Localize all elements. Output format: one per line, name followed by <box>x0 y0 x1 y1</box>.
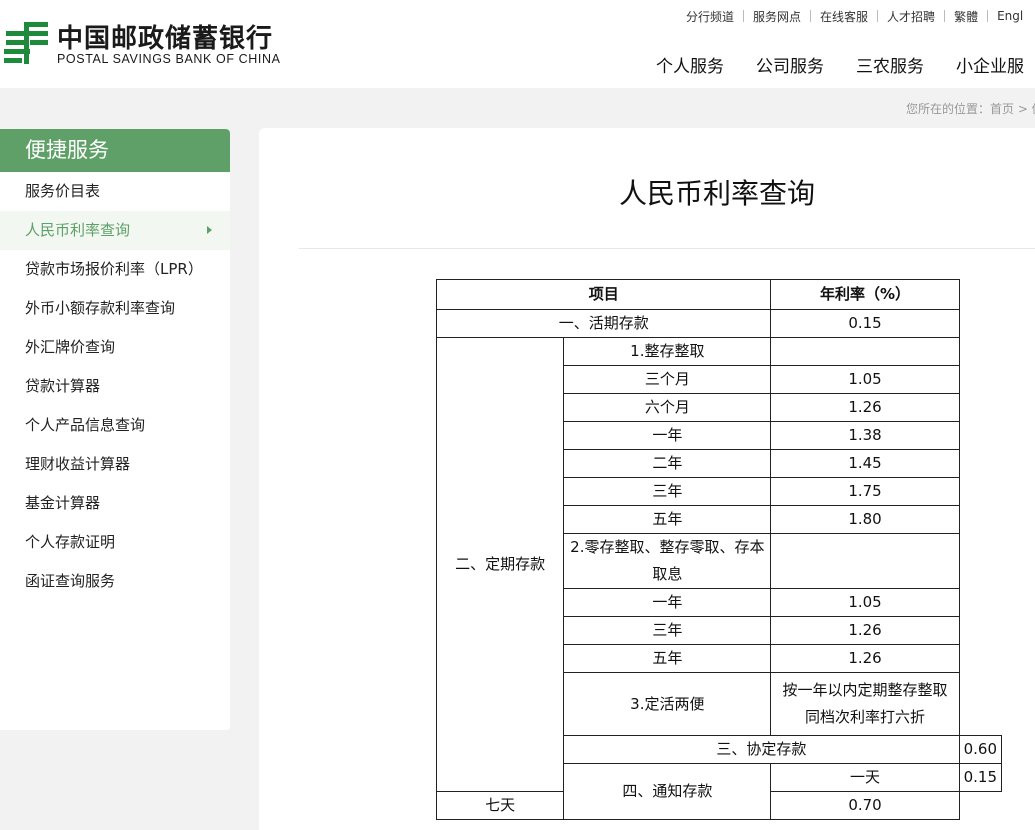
title-divider <box>299 248 1035 249</box>
logo-chinese-name: 中国邮政储蓄银行 <box>57 24 274 54</box>
term-cell: 二年 <box>563 449 772 478</box>
rate-cell: 1.26 <box>770 644 960 673</box>
rate-cell: 1.26 <box>770 393 960 422</box>
label-line: 2.零存整取、整存零取、存本 <box>570 538 765 556</box>
term-cell: 七天 <box>435 791 565 820</box>
bank-logo[interactable]: 中国邮政储蓄银行 POSTAL SAVINGS BANK OF CHINA <box>0 18 300 70</box>
row-label-notice-deposit: 四、通知存款 <box>563 763 772 820</box>
term-cell: 三年 <box>563 616 772 645</box>
sidebar-item-exchange-rates[interactable]: 外汇牌价查询 <box>0 328 230 367</box>
rate-cell: 1.75 <box>770 477 960 506</box>
row-label-fixed-deposit: 二、定期存款 <box>435 337 565 792</box>
divider <box>743 10 745 22</box>
sidebar-item-label: 基金计算器 <box>25 494 101 512</box>
row-label-demand-deposit: 一、活期存款 <box>435 309 772 338</box>
caret-right-icon <box>207 226 212 234</box>
top-link-careers[interactable]: 人才招聘 <box>887 8 935 25</box>
main-content: 人民币利率查询 项目 年利率（%） 一、活期存款 0.15 二、定期存款 1.整… <box>259 128 1035 830</box>
sidebar-item-label: 外汇牌价查询 <box>25 338 116 356</box>
top-link-branch-channel[interactable]: 分行频道 <box>686 8 734 25</box>
main-navigation: 个人服务 公司服务 三农服务 小企业服 <box>656 52 1035 77</box>
subsection-label-lump-sum: 1.整存整取 <box>563 337 772 366</box>
term-cell: 五年 <box>563 505 772 534</box>
sidebar-item-label: 个人产品信息查询 <box>25 416 146 434</box>
top-link-english[interactable]: Engl <box>997 9 1023 23</box>
rate-cell: 1.45 <box>770 449 960 478</box>
sidebar-item-fund-calculator[interactable]: 基金计算器 <box>0 484 230 523</box>
row-label-agreement-deposit: 三、协定存款 <box>563 735 960 764</box>
sidebar-item-label: 理财收益计算器 <box>25 455 131 473</box>
logo-english-name: POSTAL SAVINGS BANK OF CHINA <box>57 52 281 66</box>
top-link-service-outlets[interactable]: 服务网点 <box>753 8 801 25</box>
breadcrumb[interactable]: 您所在的位置：首页 > 便 <box>906 100 1035 117</box>
term-cell: 三个月 <box>563 365 772 394</box>
rate-cell: 0.15 <box>770 309 960 338</box>
table-row: 一、活期存款 0.15 <box>435 309 1002 338</box>
term-cell: 三年 <box>563 477 772 506</box>
sidebar-item-lpr[interactable]: 贷款市场报价利率（LPR） <box>0 250 230 289</box>
divider <box>987 10 989 22</box>
column-header-item: 项目 <box>435 279 772 310</box>
sidebar-item-label: 服务价目表 <box>25 182 101 200</box>
rate-cell: 0.15 <box>958 763 1003 792</box>
subsection-label-flexible: 3.定活两便 <box>563 672 772 736</box>
divider <box>944 10 946 22</box>
psbc-logo-icon <box>4 22 48 64</box>
rate-cell: 0.60 <box>958 735 1003 764</box>
term-cell: 五年 <box>563 644 772 673</box>
sidebar-item-deposit-certificate[interactable]: 个人存款证明 <box>0 523 230 562</box>
nav-small-business-services[interactable]: 小企业服 <box>956 52 1024 77</box>
sidebar-item-wealth-calculator[interactable]: 理财收益计算器 <box>0 445 230 484</box>
rate-cell: 1.80 <box>770 505 960 534</box>
page-title: 人民币利率查询 <box>618 177 815 210</box>
sidebar-title: 便捷服务 <box>0 129 230 172</box>
term-cell: 一年 <box>563 421 772 450</box>
term-cell: 一天 <box>770 763 960 792</box>
sidebar-item-rmb-interest-rates[interactable]: 人民币利率查询 <box>0 211 230 250</box>
sidebar-item-label: 函证查询服务 <box>25 572 116 590</box>
sidebar-item-confirmation-inquiry[interactable]: 函证查询服务 <box>0 562 230 601</box>
rate-cell-empty <box>770 533 960 589</box>
sidebar-item-label: 外币小额存款利率查询 <box>25 299 176 317</box>
sidebar-item-foreign-currency-deposit-rates[interactable]: 外币小额存款利率查询 <box>0 289 230 328</box>
rate-cell: 0.70 <box>770 791 960 820</box>
rate-cell: 1.05 <box>770 588 960 617</box>
label-line: 取息 <box>652 565 683 583</box>
top-utility-links: 分行频道 服务网点 在线客服 人才招聘 繁體 Engl <box>686 7 1023 25</box>
rate-cell: 1.05 <box>770 365 960 394</box>
sidebar-item-service-price-list[interactable]: 服务价目表 <box>0 172 230 211</box>
sidebar-item-label: 个人存款证明 <box>25 533 116 551</box>
sidebar-item-label: 贷款计算器 <box>25 377 101 395</box>
rate-cell-empty <box>770 337 960 366</box>
table-header-row: 项目 年利率（%） <box>435 279 1002 310</box>
rate-cell: 1.26 <box>770 616 960 645</box>
sidebar-item-loan-calculator[interactable]: 贷款计算器 <box>0 367 230 406</box>
rate-line: 同档次利率打六折 <box>805 708 926 726</box>
sidebar-menu: 服务价目表 人民币利率查询 贷款市场报价利率（LPR） 外币小额存款利率查询 外… <box>0 172 230 601</box>
term-cell: 六个月 <box>563 393 772 422</box>
rate-line: 按一年以内定期整存整取 <box>782 681 948 699</box>
subsection-label-installment: 2.零存整取、整存零取、存本 取息 <box>563 533 772 589</box>
top-link-online-service[interactable]: 在线客服 <box>820 8 868 25</box>
sidebar: 便捷服务 服务价目表 人民币利率查询 贷款市场报价利率（LPR） 外币小额存款利… <box>0 129 230 730</box>
top-link-traditional-chinese[interactable]: 繁體 <box>954 8 978 25</box>
site-header: 中国邮政储蓄银行 POSTAL SAVINGS BANK OF CHINA 分行… <box>0 0 1035 88</box>
sidebar-item-label: 贷款市场报价利率（LPR） <box>25 260 203 278</box>
nav-personal-services[interactable]: 个人服务 <box>656 52 724 77</box>
table-row: 二、定期存款 1.整存整取 <box>435 337 1002 792</box>
column-header-annual-rate: 年利率（%） <box>770 279 960 310</box>
nav-rural-services[interactable]: 三农服务 <box>856 52 924 77</box>
interest-rate-table: 项目 年利率（%） 一、活期存款 0.15 二、定期存款 1.整存整取 三个月 … <box>435 279 1003 820</box>
divider <box>877 10 879 22</box>
sidebar-item-label: 人民币利率查询 <box>25 221 131 239</box>
divider <box>810 10 812 22</box>
rate-cell: 1.38 <box>770 421 960 450</box>
rate-cell-flexible: 按一年以内定期整存整取 同档次利率打六折 <box>770 672 960 736</box>
nav-corporate-services[interactable]: 公司服务 <box>756 52 824 77</box>
term-cell: 一年 <box>563 588 772 617</box>
sidebar-item-product-info[interactable]: 个人产品信息查询 <box>0 406 230 445</box>
